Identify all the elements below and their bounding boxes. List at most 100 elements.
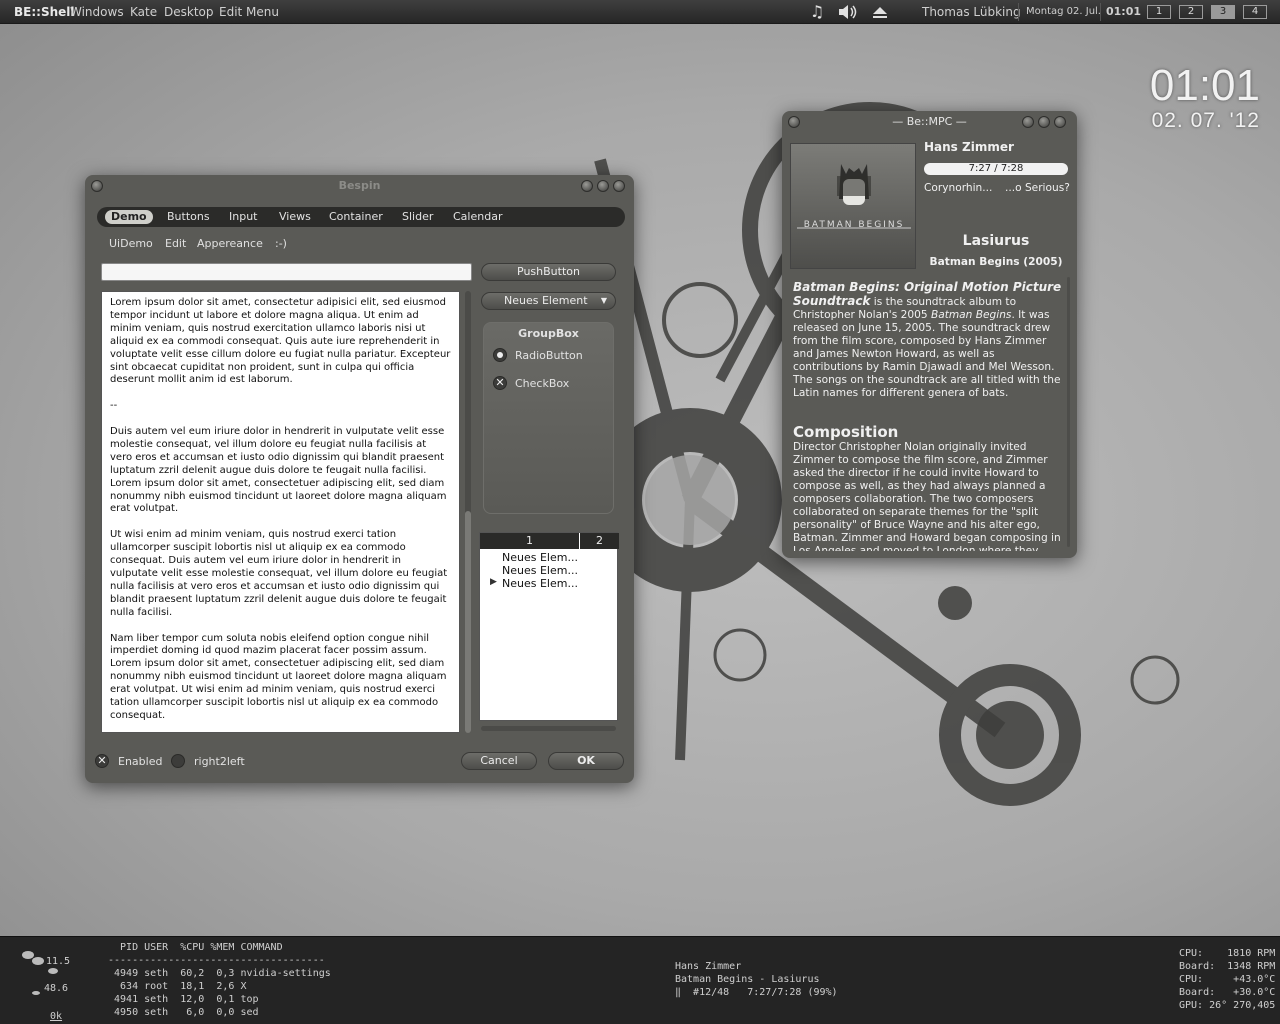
desktop-4[interactable]: 4	[1243, 5, 1267, 19]
menu-windows[interactable]: Windows	[70, 5, 124, 19]
previous-track[interactable]: Corynorhin...	[924, 182, 992, 195]
paragraph: Ut wisi enim ad minim veniam, quis nostr…	[110, 529, 448, 618]
sensor-line: Board: 1348 RPM	[1179, 961, 1276, 972]
groupbox-title: GroupBox	[518, 327, 579, 340]
tree-item[interactable]: Neues Elem...	[502, 577, 578, 590]
bottom-panel: 11.5 48.6 0k PID USER %CPU %MEM COMMAND …	[0, 936, 1280, 1024]
close-button[interactable]	[1054, 116, 1066, 128]
menu-uidemo[interactable]: UiDemo	[109, 237, 153, 250]
combo-value: Neues Element	[504, 294, 588, 307]
wiki-intro: Batman Begins: Original Motion Picture S…	[793, 281, 1067, 400]
eject-icon[interactable]	[869, 2, 891, 22]
wiki-scrollbar[interactable]	[1067, 277, 1070, 547]
text-scrollbar[interactable]	[465, 291, 471, 733]
enabled-checkbox[interactable]: ✕	[95, 754, 109, 768]
desktop-2[interactable]: 2	[1179, 5, 1203, 19]
desktop-1[interactable]: 1	[1147, 5, 1171, 19]
tab-buttons[interactable]: Buttons	[161, 210, 216, 224]
separator	[1018, 3, 1019, 21]
push-button[interactable]: PushButton	[481, 263, 616, 281]
minimize-button[interactable]	[1022, 116, 1034, 128]
desktop-3[interactable]: 3	[1211, 5, 1235, 19]
checkbox[interactable]: ✕	[493, 376, 507, 390]
maximize-button[interactable]	[1038, 116, 1050, 128]
tab-input[interactable]: Input	[223, 210, 263, 224]
clock-time: 01:01	[1149, 61, 1260, 110]
now-playing-line[interactable]: ‖ #12/48 7:27/7:28 (99%)	[675, 986, 838, 999]
window-menu-icon[interactable]	[91, 180, 103, 192]
top-header: PID USER %CPU %MEM COMMAND	[108, 942, 283, 953]
track-title: Lasiurus	[962, 233, 1030, 249]
user-name[interactable]: Thomas Lübking	[922, 5, 1021, 19]
album-cover: BATMAN BEGINS	[790, 143, 916, 269]
mpc-window: — Be::MPC — BATMAN BEGINS Hans Zimmer 7:…	[782, 111, 1077, 558]
tab-views[interactable]: Views	[273, 210, 317, 224]
artist-name: Hans Zimmer	[924, 140, 1014, 154]
scrollbar-thumb[interactable]	[465, 511, 471, 733]
tree-item[interactable]: Neues Elem...	[502, 551, 578, 564]
playback-progress[interactable]: 7:27 / 7:28	[924, 163, 1068, 175]
top-panel: BE::Shell Windows Kate Desktop Edit Menu…	[0, 0, 1280, 24]
rtl-label[interactable]: right2left	[194, 755, 245, 768]
ok-button[interactable]: OK	[548, 752, 624, 770]
window-title-text: Be::MPC	[906, 115, 953, 128]
cancel-button[interactable]: Cancel	[461, 752, 537, 770]
volume-icon[interactable]	[836, 2, 858, 22]
album-title: Batman Begins (2005)	[929, 256, 1063, 268]
tab-bar: Demo Buttons Input Views Container Slide…	[97, 207, 625, 227]
paragraph: Duis autem vel eum iriure dolor in hendr…	[110, 426, 447, 515]
next-track[interactable]: ...o Serious?	[1005, 182, 1070, 195]
tab-demo[interactable]: Demo	[105, 210, 153, 224]
checkbox-label[interactable]: CheckBox	[515, 377, 569, 390]
group-box: GroupBox RadioButton ✕ CheckBox	[483, 322, 614, 514]
menu-edit[interactable]: Edit	[165, 237, 186, 250]
shell-menu-button[interactable]: BE::Shell	[14, 5, 75, 19]
clock-date: 02. 07. '12	[1151, 109, 1260, 132]
menu-appearance[interactable]: Appereance	[197, 237, 263, 250]
paragraph: Lorem ipsum dolor sit amet, consectetur …	[110, 297, 451, 386]
menu-edit[interactable]: Edit Menu	[219, 5, 279, 19]
load-value: 11.5	[46, 956, 71, 967]
tree-hscrollbar[interactable]	[481, 726, 616, 731]
time-label[interactable]: 01:01	[1106, 5, 1141, 18]
enabled-label[interactable]: Enabled	[118, 755, 162, 768]
paragraph: --	[110, 400, 118, 412]
combo-box[interactable]: Neues Element ▼	[481, 292, 616, 310]
rtl-checkbox[interactable]	[171, 754, 185, 768]
process-row: 634 root 18,1 2,6 X	[108, 981, 247, 992]
minimize-button[interactable]	[581, 180, 593, 192]
column-header[interactable]: 2	[580, 533, 619, 549]
batman-cover-image	[797, 164, 911, 229]
date-label[interactable]: Montag 02. Jul.	[1026, 6, 1101, 17]
process-row: 4949 seth 60,2 0,3 nvidia-settings	[108, 968, 331, 979]
tab-slider[interactable]: Slider	[396, 210, 439, 224]
line-edit[interactable]	[101, 263, 472, 281]
wiki-emphasis: Batman Begins	[930, 309, 1012, 321]
menu-desktop[interactable]: Desktop	[164, 5, 214, 19]
tab-container[interactable]: Container	[323, 210, 389, 224]
maximize-button[interactable]	[597, 180, 609, 192]
menu-kate[interactable]: Kate	[130, 5, 157, 19]
tab-calendar[interactable]: Calendar	[447, 210, 508, 224]
wiki-text: . It was released on June 15, 2005. The …	[793, 309, 1061, 399]
radio-button[interactable]	[493, 348, 507, 362]
load-value: 48.6	[44, 983, 69, 994]
menu-smiley[interactable]: :-)	[275, 237, 287, 250]
sensor-line: CPU: 1810 RPM	[1179, 948, 1276, 959]
close-button[interactable]	[613, 180, 625, 192]
now-playing-line[interactable]: Batman Begins - Lasiurus	[675, 973, 820, 986]
tree-view[interactable]: 1 2 Neues Elem... Neues Elem... ▶ Neues …	[479, 532, 619, 721]
expand-arrow-icon[interactable]: ▶	[490, 577, 497, 587]
column-header[interactable]: 1	[480, 533, 579, 549]
window-title[interactable]: Bespin	[85, 175, 634, 197]
composition-text: Director Christopher Nolan originally in…	[793, 441, 1061, 551]
cover-title: BATMAN BEGINS	[803, 220, 905, 230]
load-value: 0k	[50, 1011, 63, 1022]
now-playing-line[interactable]: Hans Zimmer	[675, 960, 741, 973]
paragraph: Nam liber tempor cum soluta nobis eleife…	[110, 632, 447, 721]
tree-item[interactable]: Neues Elem...	[502, 564, 578, 577]
text-area[interactable]: Lorem ipsum dolor sit amet, consectetur …	[101, 291, 460, 733]
radio-label[interactable]: RadioButton	[515, 349, 583, 362]
music-note-icon[interactable]: ♫	[806, 2, 828, 22]
desktop-clock: 01:01 02. 07. '12	[1130, 62, 1260, 132]
